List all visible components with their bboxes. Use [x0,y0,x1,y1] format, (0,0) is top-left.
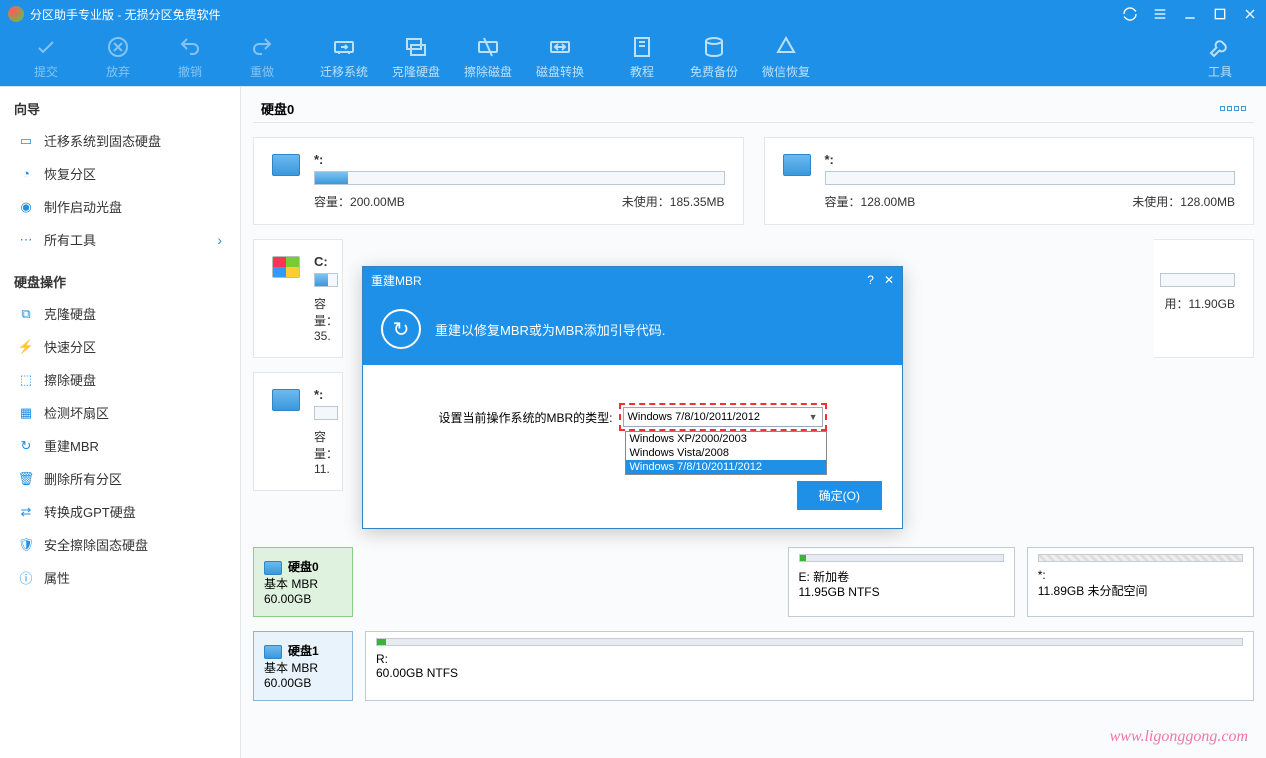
trash-icon: 🗑 [18,471,34,487]
dialog-titlebar: 重建MBR ? ✕ [363,267,902,293]
usage-bar [314,273,338,287]
ok-button[interactable]: 确定(O) [797,481,882,510]
sidebar-quick-part[interactable]: ⚡快速分区 [0,330,240,363]
partition-card[interactable]: *: 容量：128.00MB未使用：128.00MB [764,137,1255,225]
dialog-desc: 重建以修复MBR或为MBR添加引导代码. [435,320,665,339]
app-title: 分区助手专业版 - 无损分区免费软件 [30,6,221,23]
ssd-icon: ▭ [18,133,34,149]
tutorial-button[interactable]: 教程 [612,29,672,85]
highlighted-combo: Windows 7/8/10/2011/2012 ▼ Windows XP/20… [619,403,827,431]
cd-icon: ◉ [18,199,34,215]
dropdown-option[interactable]: Windows Vista/2008 [626,446,826,460]
partition-card[interactable]: *: 容量：11. [253,372,343,491]
maximize-icon[interactable] [1212,6,1228,22]
usage-bar [825,171,1236,185]
commit-button[interactable]: 提交 [16,29,76,85]
dropdown-option[interactable]: Windows XP/2000/2003 [626,432,826,446]
disk-block[interactable]: 硬盘0 基本 MBR60.00GB [253,547,353,617]
sidebar-to-gpt[interactable]: ⇄转换成GPT硬盘 [0,495,240,528]
titlebar: 分区助手专业版 - 无损分区免费软件 [0,0,1266,28]
disk-summary-row: 硬盘0 基本 MBR60.00GB E: 新加卷11.95GB NTFS *:1… [253,547,1254,617]
volume-card[interactable]: R:60.00GB NTFS [365,631,1254,701]
usage-bar [314,171,725,185]
sidebar-delete-all[interactable]: 🗑删除所有分区 [0,462,240,495]
chevron-right-icon: › [217,232,222,248]
dialog-banner: ↻ 重建以修复MBR或为MBR添加引导代码. [363,293,902,365]
selected-value: Windows 7/8/10/2011/2012 [628,411,761,423]
tools-button[interactable]: 工具 [1190,29,1250,85]
redo-button[interactable]: 重做 [232,29,292,85]
disk-block[interactable]: 硬盘1 基本 MBR60.00GB [253,631,353,701]
partition-label: C: [314,254,338,269]
sidebar-clone-disk[interactable]: ⧉克隆硬盘 [0,297,240,330]
app-logo [8,6,24,22]
drive-icon [272,154,300,176]
sidebar: 向导 ▭迁移系统到固态硬盘 ◔恢复分区 ◉制作启动光盘 ⋯所有工具› 硬盘操作 … [0,87,241,758]
watermark: www.ligonggong.com [1110,728,1248,746]
help-icon[interactable]: ? [867,273,874,287]
partition-label: *: [314,387,338,402]
volume-card[interactable]: *:11.89GB 未分配空间 [1027,547,1254,617]
volume-card[interactable]: E: 新加卷11.95GB NTFS [788,547,1015,617]
partition-card-trunc[interactable]: 用：11.90GB [1154,239,1254,358]
refresh-icon: ↻ [18,438,34,454]
close-icon[interactable] [1242,6,1258,22]
drive-icon [783,154,811,176]
partition-label: *: [314,152,725,167]
partition-label: *: [825,152,1236,167]
sidebar-recover-part[interactable]: ◔恢复分区 [0,157,240,190]
windows-drive-icon [272,256,300,278]
partition-card[interactable]: C: 容量：35. [253,239,343,358]
info-icon: ⓘ [18,570,34,586]
disk-header: 硬盘0 [253,95,1254,123]
pie-icon: ◔ [18,166,34,182]
mbr-type-dropdown: Windows XP/2000/2003 Windows Vista/2008 … [625,431,827,475]
bolt-icon: ⚡ [18,339,34,355]
drive-icon [272,389,300,411]
minimize-icon[interactable] [1182,6,1198,22]
clone-disk-button[interactable]: 克隆硬盘 [386,29,446,85]
discard-button[interactable]: 放弃 [88,29,148,85]
drive-icon [264,645,282,659]
sidebar-migrate-ssd[interactable]: ▭迁移系统到固态硬盘 [0,124,240,157]
usage-bar [314,406,338,420]
disk-convert-button[interactable]: 磁盘转换 [530,29,590,85]
rebuild-mbr-dialog: 重建MBR ? ✕ ↻ 重建以修复MBR或为MBR添加引导代码. 设置当前操作系… [362,266,903,529]
sidebar-boot-cd[interactable]: ◉制作启动光盘 [0,190,240,223]
sidebar-diskops-header: 硬盘操作 [0,266,240,297]
disk-summary-row: 硬盘1 基本 MBR60.00GB R:60.00GB NTFS [253,631,1254,701]
sidebar-secure-wipe[interactable]: 🛡安全擦除固态硬盘 [0,528,240,561]
mbr-type-select[interactable]: Windows 7/8/10/2011/2012 ▼ [623,407,823,427]
eraser-icon: ⬚ [18,372,34,388]
sidebar-wipe-disk[interactable]: ⬚擦除硬盘 [0,363,240,396]
sidebar-bad-sector[interactable]: ▦检测坏扇区 [0,396,240,429]
dropdown-option[interactable]: Windows 7/8/10/2011/2012 [626,460,826,474]
scan-icon: ▦ [18,405,34,421]
grid-view-icon[interactable] [1220,106,1246,111]
refresh-icon[interactable] [1122,6,1138,22]
chevron-down-icon: ▼ [809,412,818,422]
drive-icon [264,561,282,575]
wipe-disk-button[interactable]: 擦除磁盘 [458,29,518,85]
main-toolbar: 提交 放弃 撤销 重做 迁移系统 克隆硬盘 擦除磁盘 磁盘转换 教程 免费备份 … [0,28,1266,86]
sidebar-wizard-header: 向导 [0,93,240,124]
mbr-type-label: 设置当前操作系统的MBR的类型: [438,409,612,426]
rebuild-icon: ↻ [381,309,421,349]
dialog-title: 重建MBR [371,272,422,289]
sidebar-properties[interactable]: ⓘ属性 [0,561,240,594]
free-backup-button[interactable]: 免费备份 [684,29,744,85]
wechat-recover-button[interactable]: 微信恢复 [756,29,816,85]
menu-icon[interactable] [1152,6,1168,22]
shield-icon: 🛡 [18,537,34,553]
close-icon[interactable]: ✕ [884,273,894,287]
usage-bar [1160,273,1235,287]
dots-icon: ⋯ [18,232,34,248]
clone-icon: ⧉ [18,306,34,322]
partition-card[interactable]: *: 容量：200.00MB未使用：185.35MB [253,137,744,225]
sidebar-rebuild-mbr[interactable]: ↻重建MBR [0,429,240,462]
undo-button[interactable]: 撤销 [160,29,220,85]
migrate-os-button[interactable]: 迁移系统 [314,29,374,85]
convert-icon: ⇄ [18,504,34,520]
sidebar-all-tools[interactable]: ⋯所有工具› [0,223,240,256]
